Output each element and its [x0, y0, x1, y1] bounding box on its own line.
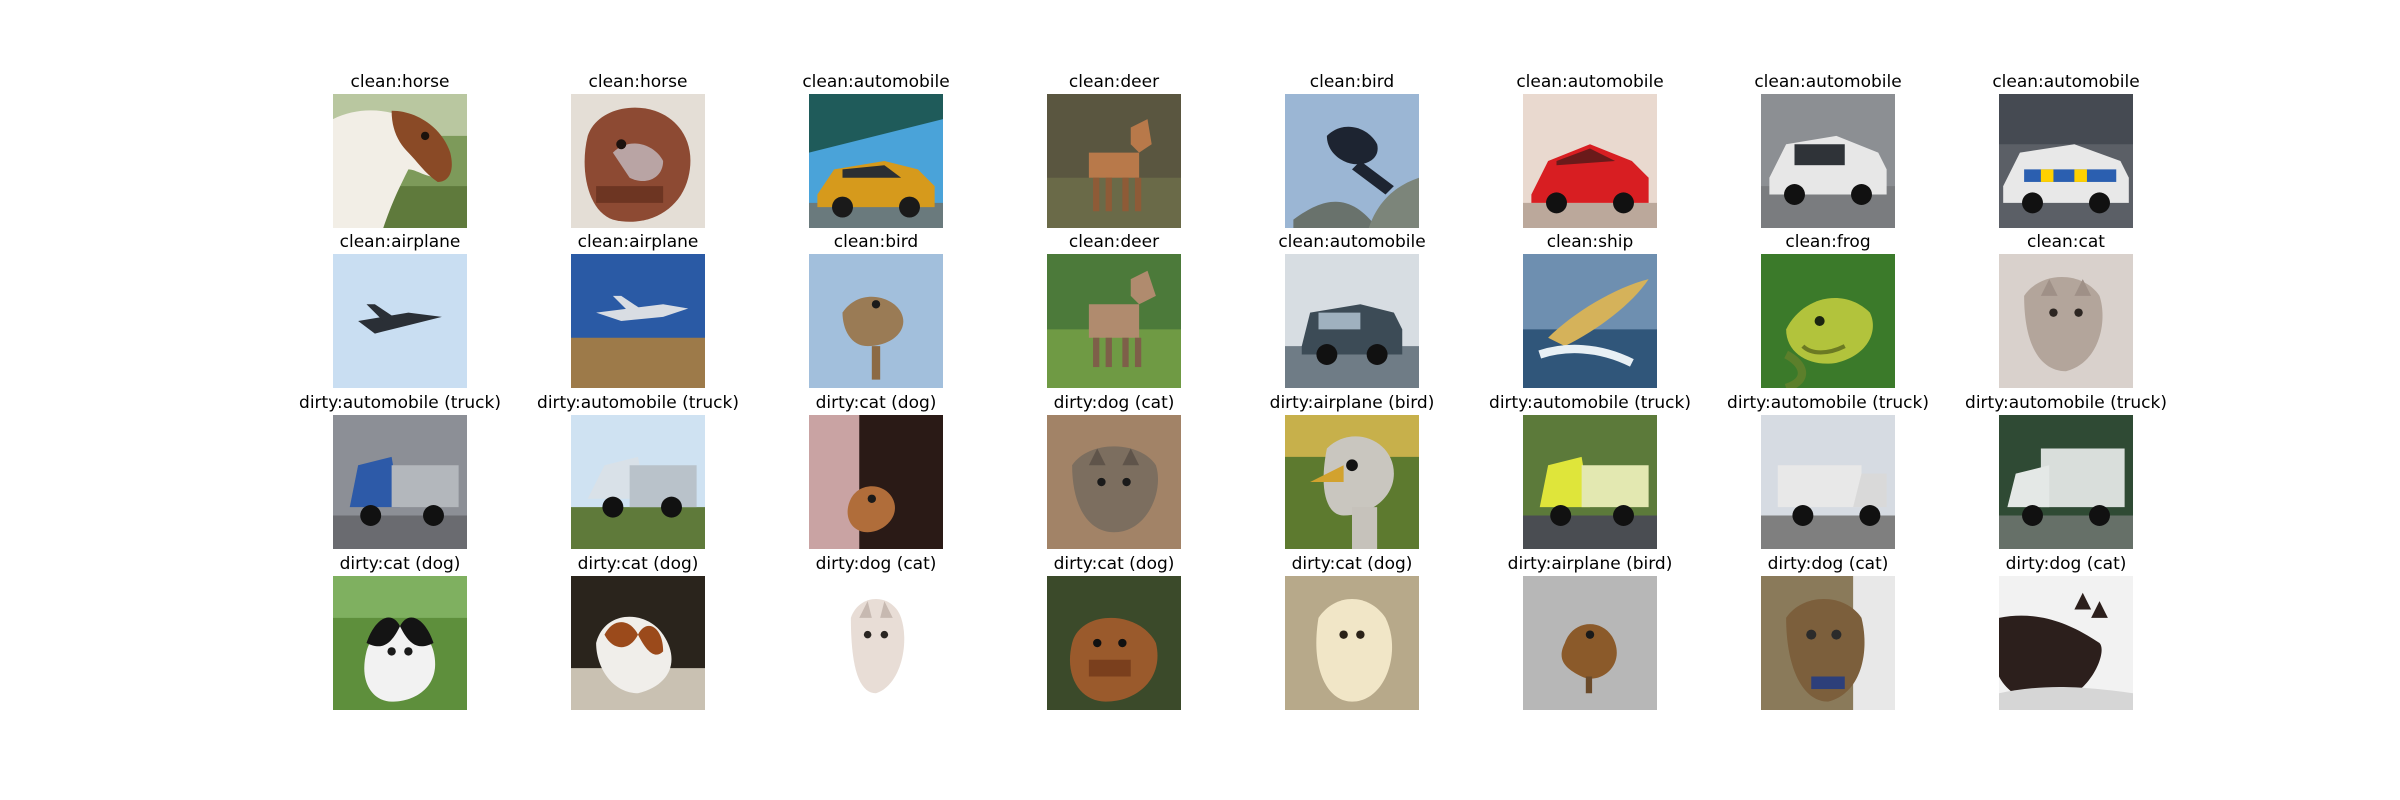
cell-label: dirty:airplane (bird)	[1269, 393, 1435, 413]
grid-cell: clean:automobile	[758, 70, 994, 232]
grid-cell: clean:frog	[1710, 230, 1946, 392]
ostrich-thumbnail	[1285, 415, 1419, 549]
truck-thumbnail	[571, 415, 705, 549]
truck-thumbnail	[333, 415, 467, 549]
cell-label: clean:automobile	[1754, 72, 1902, 92]
cell-label: clean:deer	[1068, 72, 1160, 92]
grid-cell: clean:automobile	[1472, 70, 1708, 232]
grid-cell: dirty:automobile (truck)	[1472, 391, 1708, 553]
grid-cell: dirty:cat (dog)	[282, 552, 518, 714]
cell-label: dirty:automobile (truck)	[299, 393, 501, 413]
cell-label: clean:deer	[1068, 232, 1160, 252]
cell-label: clean:automobile	[1992, 72, 2140, 92]
bird-thumbnail	[1285, 94, 1419, 228]
cell-label: dirty:automobile (truck)	[537, 393, 739, 413]
grid-cell: dirty:dog (cat)	[996, 391, 1232, 553]
cell-label: dirty:dog (cat)	[815, 554, 937, 574]
grid-cell: dirty:cat (dog)	[758, 391, 994, 553]
cat-thumbnail	[809, 576, 943, 710]
cell-label: clean:automobile	[1516, 72, 1664, 92]
dog-thumbnail	[333, 576, 467, 710]
cell-label: clean:bird	[833, 232, 919, 252]
cell-label: clean:horse	[350, 72, 450, 92]
grid-cell: dirty:dog (cat)	[1710, 552, 1946, 714]
grid-cell: dirty:airplane (bird)	[1472, 552, 1708, 714]
grid-cell: clean:ship	[1472, 230, 1708, 392]
grid-cell: clean:horse	[520, 70, 756, 232]
bird-thumbnail	[809, 254, 943, 388]
grid-cell: clean:deer	[996, 70, 1232, 232]
cell-label: clean:airplane	[577, 232, 699, 252]
grid-cell: clean:automobile	[1710, 70, 1946, 232]
airplane-thumbnail	[333, 254, 467, 388]
cat-thumbnail	[1999, 254, 2133, 388]
automobile-thumbnail	[1285, 254, 1419, 388]
image-grid-figure: clean:horse clean:horse clean:automobile…	[0, 0, 2400, 800]
cell-label: clean:cat	[2027, 232, 2105, 252]
cell-label: dirty:dog (cat)	[1053, 393, 1175, 413]
grid-cell: clean:automobile	[1234, 230, 1470, 392]
cat-thumbnail	[1761, 576, 1895, 710]
horse-thumbnail	[571, 94, 705, 228]
grid-cell: clean:horse	[282, 70, 518, 232]
cat-thumbnail	[1999, 576, 2133, 710]
cell-label: dirty:dog (cat)	[1767, 554, 1889, 574]
cell-label: dirty:automobile (truck)	[1965, 393, 2167, 413]
cell-label: dirty:airplane (bird)	[1507, 554, 1673, 574]
grid-cell: clean:automobile	[1948, 70, 2184, 232]
grid-cell: dirty:cat (dog)	[1234, 552, 1470, 714]
horse-thumbnail	[333, 94, 467, 228]
truck-thumbnail	[1523, 415, 1657, 549]
truck-thumbnail	[1999, 415, 2133, 549]
automobile-thumbnail	[1523, 94, 1657, 228]
grid-cell: clean:deer	[996, 230, 1232, 392]
grid-cell: dirty:cat (dog)	[520, 552, 756, 714]
automobile-thumbnail	[1761, 94, 1895, 228]
frog-thumbnail	[1761, 254, 1895, 388]
truck-thumbnail	[1761, 415, 1895, 549]
ship-thumbnail	[1523, 254, 1657, 388]
grid-cell: dirty:airplane (bird)	[1234, 391, 1470, 553]
deer-thumbnail	[1047, 254, 1181, 388]
grid-cell: clean:airplane	[282, 230, 518, 392]
cell-label: clean:automobile	[1278, 232, 1426, 252]
dog-thumbnail	[1285, 576, 1419, 710]
cell-label: dirty:cat (dog)	[577, 554, 699, 574]
grid-cell: clean:airplane	[520, 230, 756, 392]
automobile-thumbnail	[809, 94, 943, 228]
grid-cell: clean:cat	[1948, 230, 2184, 392]
cell-label: clean:bird	[1309, 72, 1395, 92]
grid-cell: dirty:automobile (truck)	[1948, 391, 2184, 553]
dog-thumbnail	[571, 576, 705, 710]
cell-label: dirty:dog (cat)	[2005, 554, 2127, 574]
cell-label: dirty:cat (dog)	[1053, 554, 1175, 574]
grid-cell: dirty:automobile (truck)	[282, 391, 518, 553]
cell-label: clean:ship	[1546, 232, 1634, 252]
cat-thumbnail	[1047, 415, 1181, 549]
cell-label: dirty:automobile (truck)	[1727, 393, 1929, 413]
cell-label: clean:frog	[1785, 232, 1871, 252]
automobile-thumbnail	[1999, 94, 2133, 228]
cell-label: dirty:automobile (truck)	[1489, 393, 1691, 413]
cell-label: dirty:cat (dog)	[339, 554, 461, 574]
cell-label: dirty:cat (dog)	[1291, 554, 1413, 574]
grid-cell: dirty:automobile (truck)	[520, 391, 756, 553]
grid-cell: dirty:dog (cat)	[1948, 552, 2184, 714]
dog-thumbnail	[1047, 576, 1181, 710]
grid-cell: clean:bird	[758, 230, 994, 392]
grid-cell: clean:bird	[1234, 70, 1470, 232]
bird-thumbnail	[1523, 576, 1657, 710]
airplane-thumbnail	[571, 254, 705, 388]
deer-thumbnail	[1047, 94, 1181, 228]
cell-label: dirty:cat (dog)	[815, 393, 937, 413]
cell-label: clean:automobile	[802, 72, 950, 92]
grid-cell: dirty:dog (cat)	[758, 552, 994, 714]
grid-cell: dirty:automobile (truck)	[1710, 391, 1946, 553]
dog-thumbnail	[809, 415, 943, 549]
grid-cell: dirty:cat (dog)	[996, 552, 1232, 714]
cell-label: clean:horse	[588, 72, 688, 92]
cell-label: clean:airplane	[339, 232, 461, 252]
